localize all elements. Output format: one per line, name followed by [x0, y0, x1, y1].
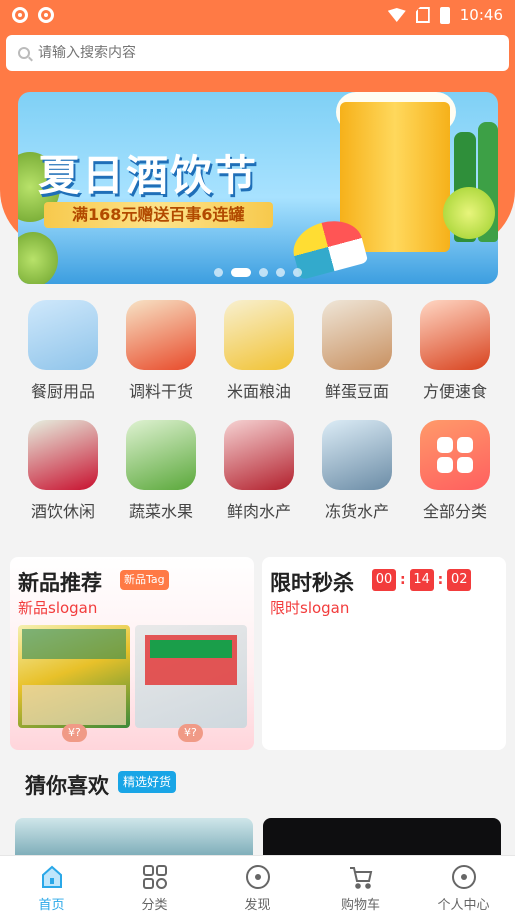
noodle-product-image[interactable]: [135, 625, 247, 728]
category-all[interactable]: 全部分类: [406, 420, 504, 522]
vegetable-icon: [126, 420, 196, 490]
category-label: 鲜肉水产: [226, 502, 291, 521]
category-grain-oil[interactable]: 米面粮油: [210, 300, 308, 402]
app-notification-icon: [38, 7, 54, 23]
category-eggs[interactable]: 鲜蛋豆面: [308, 300, 406, 402]
product-price: ¥?: [178, 724, 203, 742]
category-label: 蔬菜水果: [128, 502, 193, 521]
search-input[interactable]: [38, 45, 458, 61]
countdown-minutes: 14: [409, 569, 434, 591]
tab-label: 首页: [38, 898, 65, 913]
search-icon: [18, 47, 30, 59]
category-frozen[interactable]: 冻货水产: [308, 420, 406, 522]
all-categories-icon: [420, 420, 490, 490]
tab-category[interactable]: 分类: [103, 856, 206, 917]
tab-label: 分类: [141, 898, 168, 913]
meat-icon: [224, 420, 294, 490]
flash-sale-title: 限时秒杀: [270, 571, 354, 595]
wifi-icon: [387, 8, 406, 22]
category-label: 酒饮休闲: [30, 502, 95, 521]
countdown-seconds: 02: [447, 569, 472, 591]
banner-subtitle: 满168元赠送百事6连罐: [44, 202, 273, 228]
category-label: 方便速食: [422, 382, 487, 401]
instant-food-icon: [420, 300, 490, 370]
tab-discover[interactable]: 发现: [206, 856, 309, 917]
battery-icon: [439, 6, 450, 24]
discover-icon: [245, 864, 271, 890]
sim-icon: [415, 7, 430, 23]
status-bar: 10:46: [0, 0, 515, 30]
category-drinks[interactable]: 酒饮休闲: [14, 420, 112, 522]
category-kitchen[interactable]: 餐厨用品: [14, 300, 112, 402]
tab-home[interactable]: 首页: [0, 856, 103, 917]
tab-cart[interactable]: 购物车: [309, 856, 412, 917]
new-products-slogan: 新品slogan: [18, 599, 98, 617]
flash-sale-slogan: 限时slogan: [270, 599, 350, 617]
category-meat[interactable]: 鲜肉水产: [210, 420, 308, 522]
new-products-card[interactable]: 新品推荐 新品Tag 新品slogan ¥? ¥?: [10, 557, 254, 750]
category-seasoning[interactable]: 调料干货: [112, 300, 210, 402]
category-label: 餐厨用品: [30, 382, 95, 401]
category-vegetables[interactable]: 蔬菜水果: [112, 420, 210, 522]
grain-oil-icon: [224, 300, 294, 370]
lemon-image: [443, 187, 495, 239]
new-products-title: 新品推荐: [18, 571, 102, 595]
search-bar[interactable]: [6, 35, 509, 71]
countdown-separator: :: [400, 572, 406, 588]
bottom-tab-bar: 首页 分类 发现 购物车 个人中心: [0, 855, 515, 917]
category-label: 冻货水产: [324, 502, 389, 521]
status-time: 10:46: [459, 6, 503, 24]
category-label: 全部分类: [422, 502, 487, 521]
pagination-dot[interactable]: [293, 268, 302, 277]
category-label: 鲜蛋豆面: [324, 382, 389, 401]
guess-title: 猜你喜欢: [25, 774, 109, 798]
frozen-fish-icon: [322, 420, 392, 490]
tab-label: 发现: [244, 898, 271, 913]
pagination-dot-active[interactable]: [231, 268, 251, 277]
pagination-dot[interactable]: [259, 268, 268, 277]
profile-icon: [451, 864, 477, 890]
corn-product-image[interactable]: [18, 625, 130, 728]
product-price: ¥?: [62, 724, 87, 742]
kitchen-icon: [28, 300, 98, 370]
countdown-separator: :: [437, 572, 444, 588]
new-products-tag: 新品Tag: [120, 570, 169, 590]
cart-icon: [348, 864, 374, 890]
pagination-dot[interactable]: [214, 268, 223, 277]
drink-icon: [28, 420, 98, 490]
countdown-timer: 00 : 14 : 02: [372, 569, 472, 591]
pagination-dot[interactable]: [276, 268, 285, 277]
egg-icon: [322, 300, 392, 370]
tab-profile[interactable]: 个人中心: [412, 856, 515, 917]
tab-label: 个人中心: [437, 898, 490, 913]
category-instant-food[interactable]: 方便速食: [406, 300, 504, 402]
category-label: 米面粮油: [226, 382, 291, 401]
promo-banner[interactable]: 夏日酒饮节 满168元赠送百事6连罐: [18, 92, 498, 284]
seasoning-icon: [126, 300, 196, 370]
flash-sale-card[interactable]: 限时秒杀 00 : 14 : 02 限时slogan: [262, 557, 506, 750]
banner-title: 夏日酒饮节: [38, 151, 259, 200]
tab-label: 购物车: [340, 898, 380, 913]
app-notification-icon: [12, 7, 28, 23]
home-icon: [39, 864, 65, 890]
countdown-hours: 00: [372, 569, 396, 591]
guess-tag: 精选好货: [118, 771, 177, 793]
category-grid: 餐厨用品 调料干货 米面粮油 鲜蛋豆面 方便速食 酒饮休闲 蔬菜水果 鲜肉水产 …: [14, 300, 504, 522]
banner-pagination: [18, 268, 498, 277]
category-label: 调料干货: [128, 382, 193, 401]
category-icon: [142, 864, 168, 890]
